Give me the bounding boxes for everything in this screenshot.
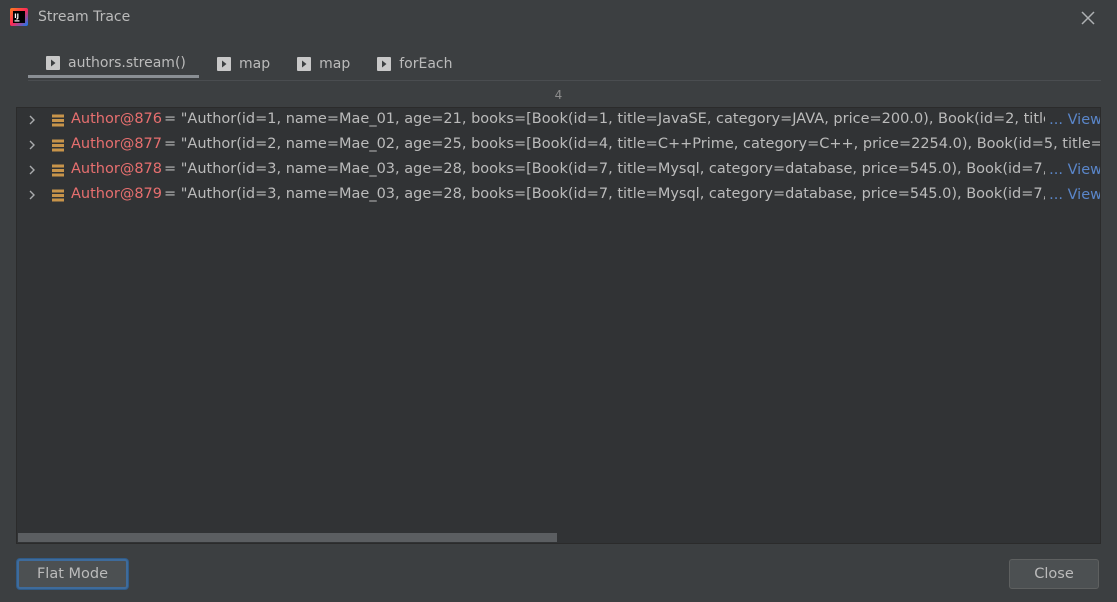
object-name: Author@879 — [71, 186, 162, 202]
tab-authors-stream[interactable]: authors.stream() — [28, 50, 199, 78]
object-value: = "Author(id=2, name=Mae_02, age=25, boo… — [164, 136, 1101, 152]
object-field-icon — [52, 189, 64, 202]
close-icon[interactable] — [1079, 9, 1097, 27]
tab-label: map — [319, 56, 351, 72]
object-field-icon — [52, 164, 64, 177]
object-value: = "Author(id=1, name=Mae_01, age=21, boo… — [164, 111, 1065, 127]
object-field-icon — [52, 139, 64, 152]
flat-mode-button[interactable]: Flat Mode — [17, 559, 128, 589]
view-link[interactable]: ... View — [1045, 158, 1100, 183]
chevron-right-icon[interactable] — [26, 164, 38, 176]
tree-row[interactable]: Author@878 = "Author(id=3, name=Mae_03, … — [17, 158, 1100, 183]
object-name: Author@878 — [71, 161, 162, 177]
play-icon — [217, 57, 231, 71]
view-link[interactable]: ... View — [1045, 108, 1100, 133]
values-tree[interactable]: Author@876 = "Author(id=1, name=Mae_01, … — [16, 107, 1101, 544]
tab-label: map — [239, 56, 271, 72]
object-name: Author@877 — [71, 136, 162, 152]
chevron-right-icon[interactable] — [26, 139, 38, 151]
intellij-idea-icon: IJ — [10, 8, 28, 26]
tab-foreach[interactable]: forEach — [359, 50, 461, 78]
object-name: Author@876 — [71, 111, 162, 127]
element-count: 4 — [554, 88, 563, 102]
chevron-right-icon[interactable] — [26, 189, 38, 201]
svg-text:IJ: IJ — [14, 12, 19, 20]
play-icon — [377, 57, 392, 71]
object-field-icon — [52, 114, 64, 127]
tab-label: authors.stream() — [68, 54, 186, 71]
tab-map-1[interactable]: map — [199, 50, 279, 78]
object-value: = "Author(id=3, name=Mae_03, age=28, boo… — [164, 186, 1062, 202]
close-button[interactable]: Close — [1009, 559, 1099, 589]
object-value: = "Author(id=3, name=Mae_03, age=28, boo… — [164, 161, 1062, 177]
horizontal-scrollbar[interactable] — [18, 533, 557, 542]
window-title: Stream Trace — [38, 9, 131, 25]
view-link[interactable]: ... View — [1045, 183, 1100, 208]
stream-trace-dialog: IJ Stream Trace authors.stream() map map… — [0, 0, 1117, 602]
tab-label: forEach — [399, 56, 453, 72]
tabs-divider — [28, 80, 1101, 81]
operation-tabs: authors.stream() map map forEach — [28, 50, 461, 80]
chevron-right-icon[interactable] — [26, 114, 38, 126]
title-bar: IJ Stream Trace — [0, 0, 1117, 36]
play-icon — [46, 55, 60, 70]
tree-row[interactable]: Author@877 = "Author(id=2, name=Mae_02, … — [17, 133, 1101, 158]
tree-row[interactable]: Author@879 = "Author(id=3, name=Mae_03, … — [17, 183, 1100, 208]
tree-row[interactable]: Author@876 = "Author(id=1, name=Mae_01, … — [17, 108, 1100, 133]
tab-map-2[interactable]: map — [279, 50, 359, 78]
play-icon — [297, 57, 312, 71]
